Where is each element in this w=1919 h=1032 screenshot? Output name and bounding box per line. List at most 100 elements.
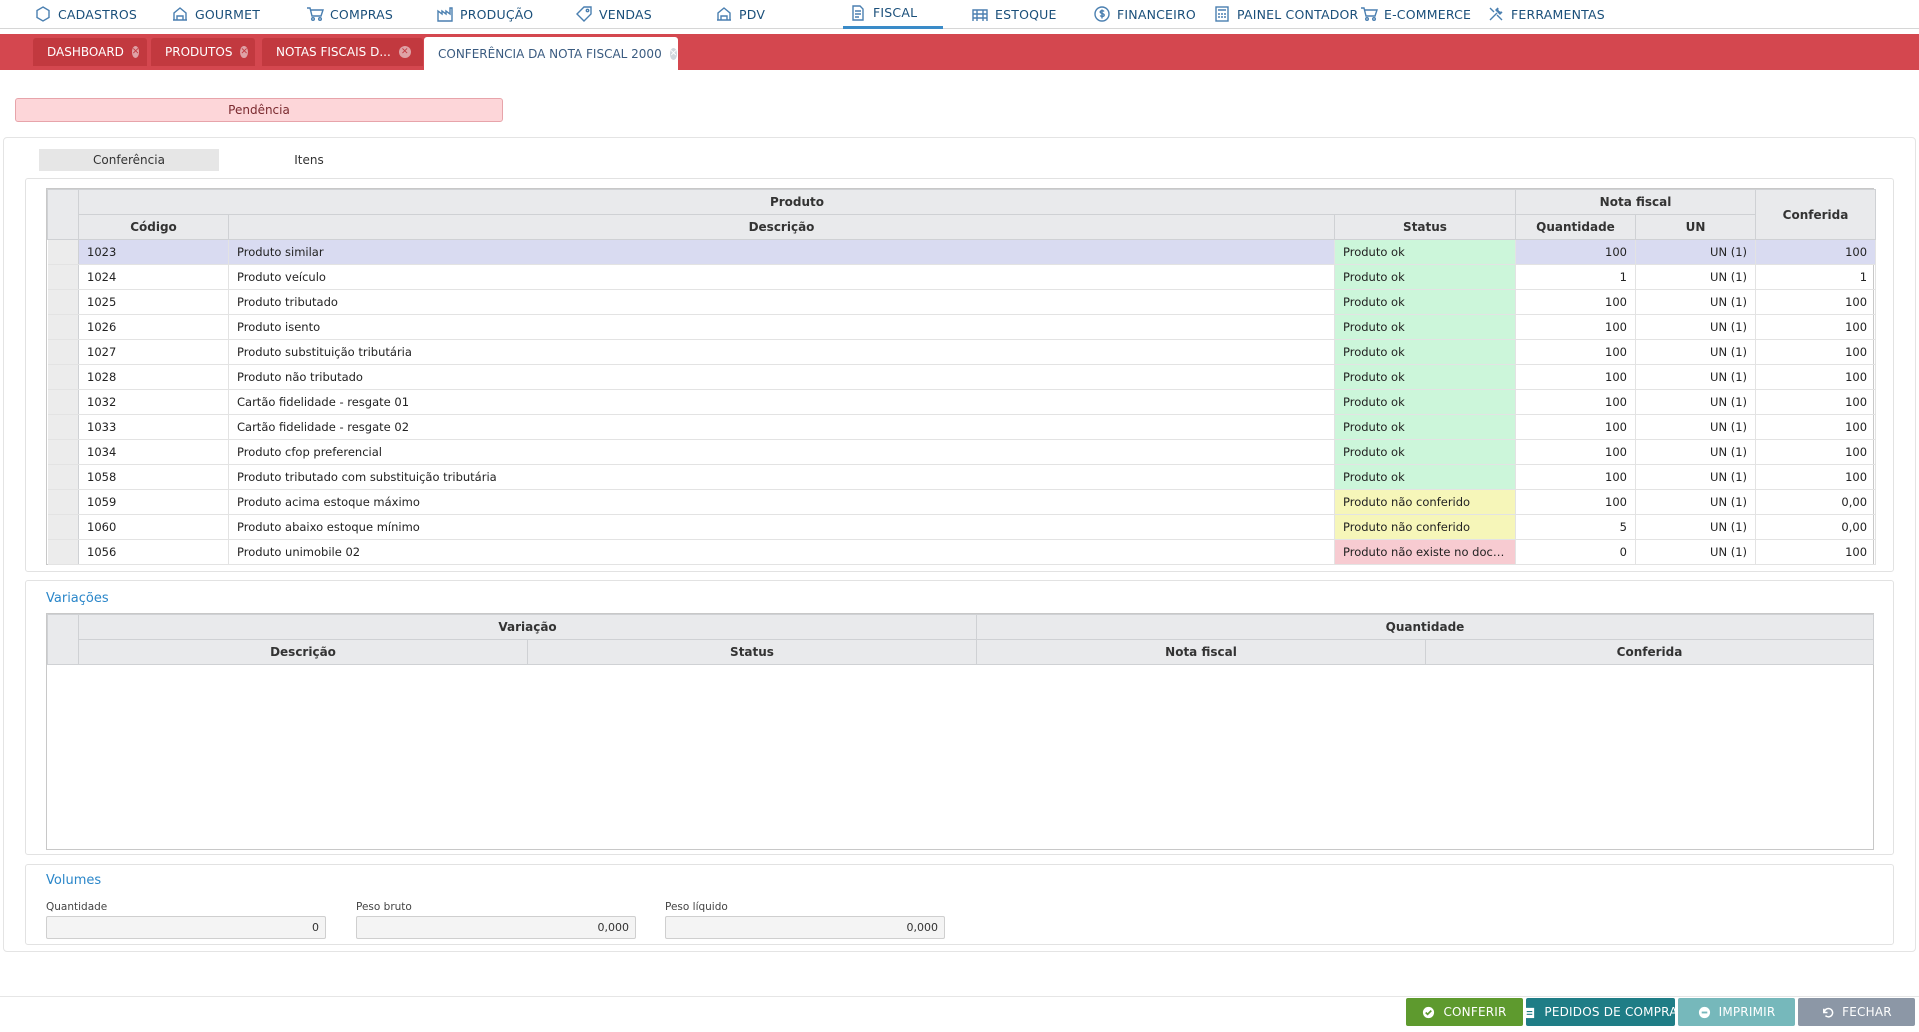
close-icon[interactable]: ✕ — [669, 47, 678, 60]
quantidade-cell: 5 — [1515, 514, 1636, 540]
peso-bruto-field[interactable]: 0,000 — [356, 916, 636, 939]
tab-conferencia[interactable]: Conferência — [39, 149, 219, 171]
row-selector[interactable] — [47, 264, 79, 290]
table-row[interactable]: 1056 Produto unimobile 02 Produto não exis… — [47, 539, 1877, 565]
table-row[interactable]: 1028 Produto não tributado Produto ok 100 UN… — [47, 364, 1877, 390]
row-selector[interactable] — [47, 539, 79, 565]
status-cell: Produto ok — [1334, 389, 1516, 415]
tab-bar: DASHBOARD ✕ PRODUTOS ✕ NOTAS FISCAIS D..… — [0, 34, 1919, 70]
close-icon[interactable]: ✕ — [398, 46, 411, 58]
row-selector[interactable] — [47, 514, 79, 540]
conferir-button[interactable]: CONFERIR — [1406, 998, 1523, 1026]
menu-painel-contador[interactable]: PAINEL CONTADOR — [1207, 0, 1358, 29]
menu-producao[interactable]: PRODUÇÃO — [430, 0, 569, 29]
table-row[interactable]: 1026 Produto isento Produto ok 100 UN (1) 100 — [47, 314, 1877, 340]
codigo-cell: 1058 — [78, 464, 229, 490]
col-descricao-header[interactable]: Descrição — [228, 214, 1335, 240]
quantidade-field[interactable]: 0 — [46, 916, 326, 939]
row-selector[interactable] — [47, 389, 79, 415]
tag-icon — [575, 5, 593, 23]
row-selector[interactable] — [47, 289, 79, 315]
tab-produtos[interactable]: PRODUTOS ✕ — [151, 38, 255, 66]
col-status-header[interactable]: Status — [527, 639, 977, 665]
row-selector-header — [47, 614, 79, 665]
un-cell: UN (1) — [1635, 239, 1757, 265]
col-conferida-header[interactable]: Conferida — [1755, 189, 1877, 240]
menu-financeiro[interactable]: FINANCEIRO — [1087, 0, 1207, 29]
descricao-cell: Produto substituição tributária — [228, 339, 1335, 365]
un-cell: UN (1) — [1635, 439, 1757, 465]
tools-icon — [1487, 5, 1505, 23]
row-selector[interactable] — [47, 414, 79, 440]
pedidos-de-compra-button[interactable]: PEDIDOS DE COMPRA — [1525, 998, 1677, 1026]
table-row[interactable]: 1023 Produto similar Produto ok 100 UN (1) 10… — [47, 239, 1877, 265]
table-row[interactable]: 1058 Produto tributado com substituição t… — [47, 464, 1877, 490]
table-row[interactable]: 1059 Produto acima estoque máximo Produto … — [47, 489, 1877, 515]
col-quantidade-header[interactable]: Quantidade — [1515, 214, 1636, 240]
menu-vendas[interactable]: VENDAS — [569, 0, 709, 29]
descricao-cell: Produto acima estoque máximo — [228, 489, 1335, 515]
un-cell: UN (1) — [1635, 364, 1757, 390]
row-selector[interactable] — [47, 314, 79, 340]
codigo-cell: 1024 — [78, 264, 229, 290]
fechar-button[interactable]: FECHAR — [1798, 998, 1915, 1026]
table-row[interactable]: 1032 Cartão fidelidade - resgate 01 Produt… — [47, 389, 1877, 415]
row-selector[interactable] — [47, 339, 79, 365]
quantidade-cell: 100 — [1515, 239, 1636, 265]
menu-estoque[interactable]: ESTOQUE — [965, 0, 1087, 29]
tab-itens[interactable]: Itens — [219, 149, 399, 171]
col-codigo-header[interactable]: Código — [78, 214, 229, 240]
conferida-cell: 100 — [1755, 539, 1877, 565]
row-selector[interactable] — [47, 364, 79, 390]
sub-tabs: Conferência Itens — [39, 149, 399, 171]
menu-fiscal[interactable]: FISCAL — [843, 0, 943, 29]
quantidade-cell: 100 — [1515, 489, 1636, 515]
row-selector[interactable] — [47, 439, 79, 465]
descricao-cell: Produto cfop preferencial — [228, 439, 1335, 465]
conferida-cell: 100 — [1755, 414, 1877, 440]
menu-cadastros[interactable]: CADASTROS — [28, 0, 165, 29]
tab-notas-fiscais[interactable]: NOTAS FISCAIS D... ✕ — [262, 38, 423, 66]
col-nota-fiscal-header[interactable]: Nota fiscal — [976, 639, 1426, 665]
status-cell: Produto ok — [1334, 289, 1516, 315]
menu-ferramentas[interactable]: FERRAMENTAS — [1481, 0, 1621, 29]
table-row[interactable]: 1034 Produto cfop preferencial Produto ok 1… — [47, 439, 1877, 465]
building-icon — [171, 5, 189, 23]
table-row[interactable]: 1060 Produto abaixo estoque mínimo Produto… — [47, 514, 1877, 540]
row-selector[interactable] — [47, 239, 79, 265]
col-conferida-header[interactable]: Conferida — [1425, 639, 1874, 665]
quantidade-cell: 100 — [1515, 439, 1636, 465]
table-row[interactable]: 1024 Produto veículo Produto ok 1 UN (1) 1 — [47, 264, 1877, 290]
close-icon[interactable]: ✕ — [240, 46, 248, 58]
document-icon — [849, 4, 867, 22]
status-cell: Produto ok — [1334, 239, 1516, 265]
table-row[interactable]: 1033 Cartão fidelidade - resgate 02 Produt… — [47, 414, 1877, 440]
variacoes-grid: Variação Quantidade Descrição Status Not… — [46, 613, 1874, 850]
status-cell: Produto ok — [1334, 314, 1516, 340]
imprimir-button[interactable]: IMPRIMIR — [1678, 998, 1795, 1026]
conferida-cell: 100 — [1755, 239, 1877, 265]
menu-pdv[interactable]: PDV — [709, 0, 839, 29]
close-icon[interactable]: ✕ — [131, 46, 140, 58]
table-row[interactable]: 1025 Produto tributado Produto ok 100 UN (1)… — [47, 289, 1877, 315]
status-cell: Produto ok — [1334, 339, 1516, 365]
table-row[interactable]: 1027 Produto substituição tributária Produ… — [47, 339, 1877, 365]
tab-dashboard[interactable]: DASHBOARD ✕ — [33, 38, 147, 66]
menu-compras[interactable]: COMPRAS — [300, 0, 430, 29]
pendencia-button[interactable]: Pendência — [15, 98, 503, 122]
col-descricao-header[interactable]: Descrição — [78, 639, 528, 665]
row-selector[interactable] — [47, 489, 79, 515]
status-cell: Produto ok — [1334, 364, 1516, 390]
col-status-header[interactable]: Status — [1334, 214, 1516, 240]
peso-liquido-field[interactable]: 0,000 — [665, 916, 945, 939]
row-selector[interactable] — [47, 464, 79, 490]
codigo-cell: 1025 — [78, 289, 229, 315]
row-selector-header — [47, 189, 79, 240]
check-circle-icon — [1422, 1006, 1435, 1019]
menu-gourmet[interactable]: GOURMET — [165, 0, 300, 29]
un-cell: UN (1) — [1635, 264, 1757, 290]
menu-ecommerce[interactable]: E-COMMERCE — [1354, 0, 1481, 29]
codigo-cell: 1028 — [78, 364, 229, 390]
tab-conferencia-nota-fiscal[interactable]: CONFERÊNCIA DA NOTA FISCAL 2000 ✕ — [424, 37, 678, 70]
col-un-header[interactable]: UN — [1634, 214, 1757, 240]
